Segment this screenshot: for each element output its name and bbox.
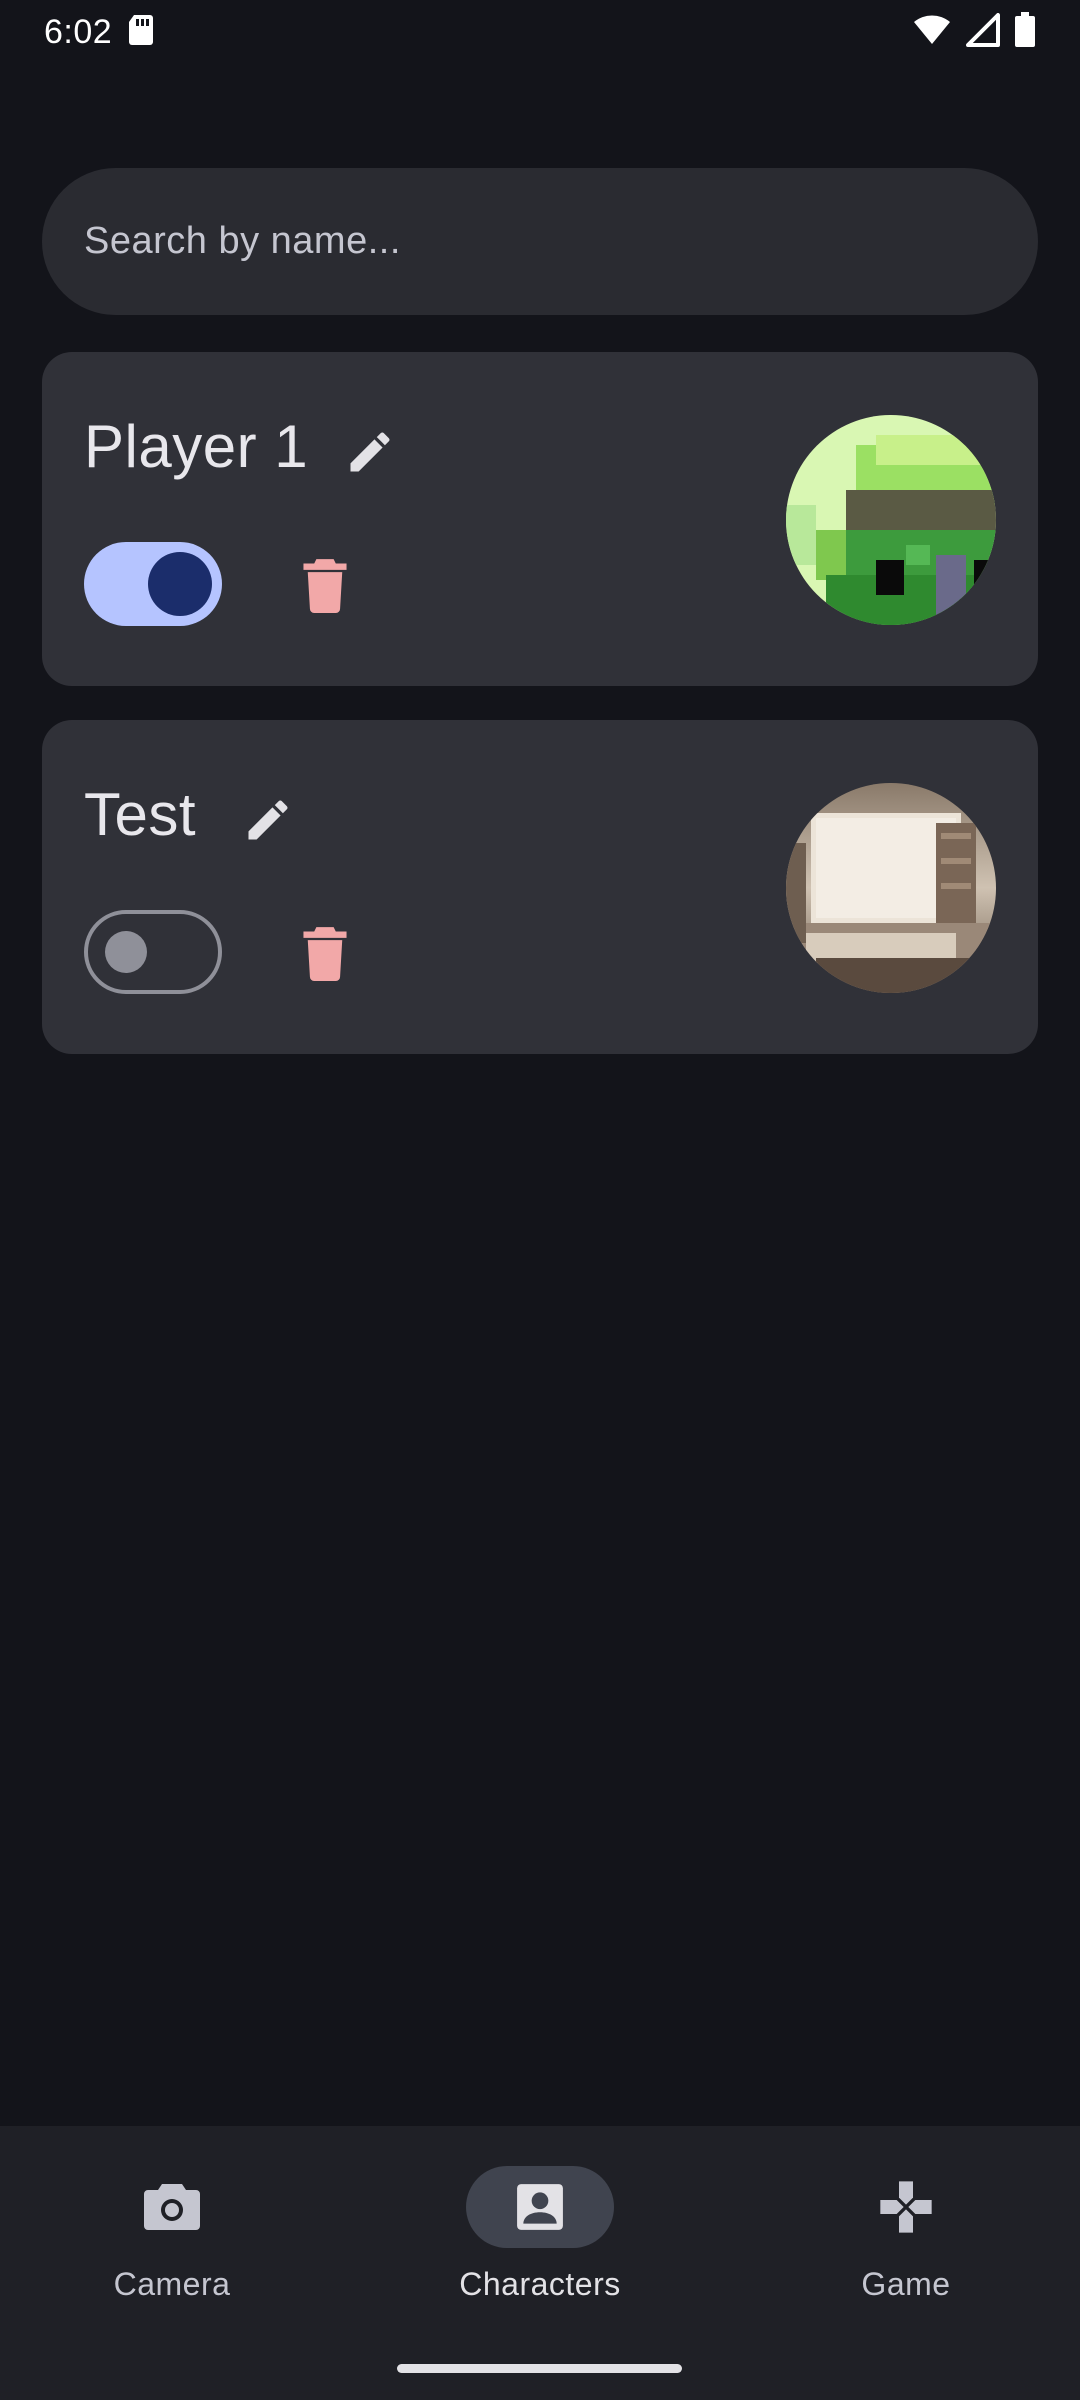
search-bar[interactable] [42, 168, 1038, 315]
camera-icon [144, 2184, 200, 2230]
nav-icon-container [466, 2166, 614, 2248]
signal-icon [966, 12, 1000, 52]
delete-character-button[interactable] [290, 918, 360, 988]
edit-name-button[interactable] [238, 790, 298, 850]
search-input[interactable] [84, 220, 996, 263]
status-left: 6:02 [44, 13, 156, 52]
nav-label: Game [861, 2266, 951, 2302]
status-right [912, 11, 1036, 53]
nav-item-game[interactable]: Game [786, 2156, 1026, 2316]
delete-character-button[interactable] [290, 550, 360, 620]
edit-name-button[interactable] [340, 422, 400, 482]
room-photo-avatar[interactable] [786, 783, 996, 993]
home-indicator[interactable] [397, 2364, 682, 2373]
pencil-icon [350, 432, 390, 472]
nav-item-characters[interactable]: Characters [420, 2156, 660, 2316]
status-bar: 6:02 [0, 0, 1080, 64]
character-name: Test [84, 781, 197, 848]
nav-icon-container [98, 2166, 246, 2248]
character-card: Test [42, 720, 1038, 1054]
nav-label: Camera [113, 2266, 231, 2302]
gamepad-icon [880, 2181, 932, 2233]
nav-icon-container [832, 2166, 980, 2248]
nav-label: Characters [459, 2266, 621, 2302]
trash-icon [303, 927, 347, 981]
bottom-navigation: Camera Characters Game [0, 2126, 1080, 2400]
character-enabled-toggle[interactable] [84, 542, 222, 626]
character-name: Player 1 [84, 413, 309, 480]
trash-icon [303, 559, 347, 613]
toggle-knob [148, 552, 212, 616]
toggle-knob [105, 931, 147, 973]
sd-card-icon [126, 13, 156, 52]
person-icon [517, 2184, 563, 2230]
status-time: 6:02 [44, 12, 113, 51]
nav-item-camera[interactable]: Camera [52, 2156, 292, 2316]
character-enabled-toggle[interactable] [84, 910, 222, 994]
pixel-art-avatar[interactable] [786, 415, 996, 625]
pencil-icon [248, 800, 288, 840]
character-card: Player 1 [42, 352, 1038, 686]
wifi-icon [912, 14, 952, 51]
battery-icon [1014, 11, 1036, 53]
